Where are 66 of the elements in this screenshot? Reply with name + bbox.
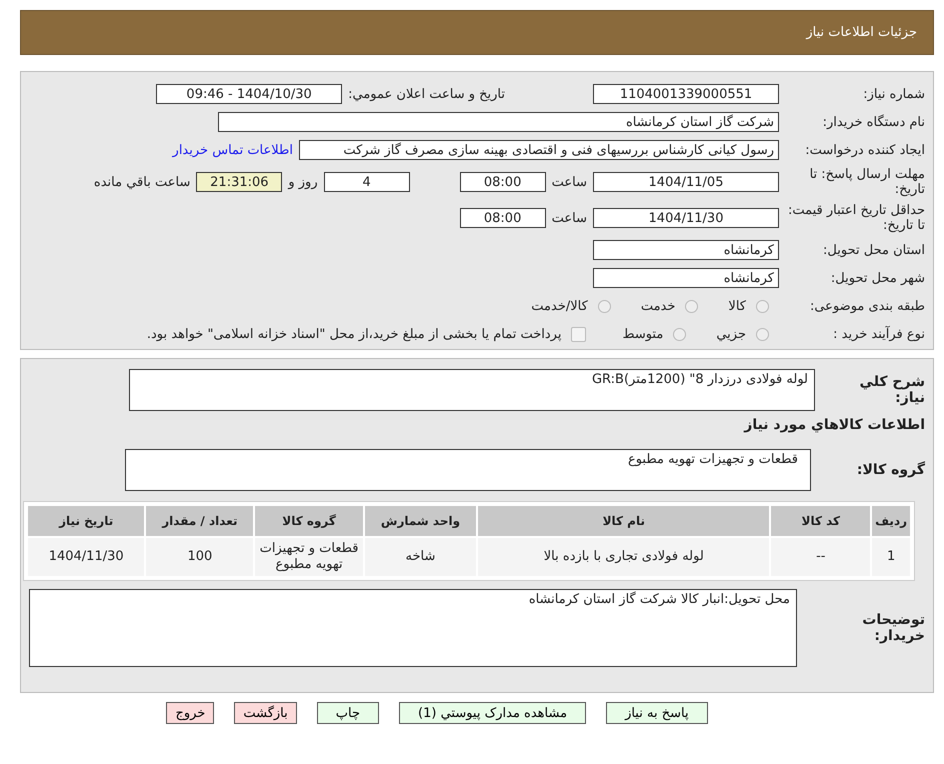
field-label: حداقل تاریخ اعتبار قیمت: تا تاریخ: (786, 203, 925, 233)
column-header: گروه کالا (255, 506, 363, 536)
table-cell: 1404/11/30 (28, 538, 144, 576)
field-label: توضیحات خریدار: (861, 612, 925, 644)
table-cell: شاخه (364, 538, 476, 576)
action-button[interactable]: خروج (166, 702, 214, 724)
checkbox[interactable] (571, 326, 586, 342)
radio-button[interactable] (685, 300, 698, 312)
radio-button[interactable] (756, 300, 769, 312)
column-header: ردیف (872, 506, 910, 536)
requester-field: رسول کیانی کارشناس بررسیهای فنی و اقتصادی بهینه سازی مصرف گاز شرکت (299, 140, 779, 160)
deadline-date-field: 1404/11/05 (593, 172, 779, 192)
table-cell: 100 (146, 538, 254, 576)
buyer-field: شرکت گاز استان کرمانشاه (218, 112, 779, 132)
contact-link[interactable]: اطلاعات تماس خریدار (172, 142, 293, 158)
action-button[interactable]: مشاهده مدارک پیوستي (1) (399, 702, 586, 724)
notes-field: محل تحویل:انبار کالا شرکت گاز استان کرمانشاه (29, 589, 797, 667)
field-label: مهلت ارسال پاسخ: تا تاریخ: (808, 167, 925, 197)
column-header: واحد شمارش (364, 506, 476, 536)
field-label: شرح کلي نیاز: (858, 374, 925, 406)
radio-label: خدمت (640, 298, 676, 314)
field-label: نوع فرآیند خرید : (832, 326, 925, 342)
field-label: طبقه بندی موضوعی: (808, 298, 925, 314)
column-header: نام کالا (478, 506, 770, 536)
province-field: کرمانشاه (593, 240, 779, 260)
field-label: شهر محل تحویل: (830, 270, 925, 286)
column-header: کد کالا (771, 506, 870, 536)
time-label: ساعت (552, 174, 587, 190)
field-label: استان محل تحویل: (822, 242, 925, 258)
page-title: جزئیات اطلاعات نیاز (806, 25, 917, 40)
field-label: نام دستگاه خریدار: (822, 114, 925, 130)
column-header: تعداد / مقدار (146, 506, 254, 536)
action-button[interactable]: پاسخ به نیاز (606, 702, 708, 724)
section-title: اطلاعات کالاهاي مورد نیاز (742, 417, 925, 433)
days-label: روز و (288, 174, 318, 190)
need-number-field: 1104001339000551 (593, 84, 779, 104)
field-label: ایجاد کننده درخواست: (804, 142, 925, 158)
action-button[interactable]: بازگشت (234, 702, 297, 724)
city-field: کرمانشاه (593, 268, 779, 288)
summary-field: لوله فولادی درزدار 8" (1200متر)GR:B (129, 369, 815, 411)
remaining-time-field: 21:31:06 (196, 172, 282, 192)
table-cell: 1 (872, 538, 910, 576)
validity-time-field: 08:00 (460, 208, 546, 228)
group-field: قطعات و تجهیزات تهویه مطبوع (125, 449, 811, 491)
time-label: ساعت (552, 210, 587, 226)
days-field: 4 (324, 172, 410, 192)
column-header: تاریخ نیاز (28, 506, 144, 536)
deadline-time-field: 08:00 (460, 172, 546, 192)
radio-label: کالا/خدمت (531, 298, 588, 314)
field-label: گروه کالا: (856, 462, 925, 478)
table-cell: لوله فولادی تجاری با بازده بالا (478, 538, 770, 576)
table-cell: -- (771, 538, 870, 576)
radio-label: کالا (728, 298, 746, 314)
checkbox-label: پرداخت تمام یا بخشی از مبلغ خرید،از محل "اسناد خزانه اسلامی" خواهد بود. (146, 326, 562, 342)
table-cell: قطعات و تجهیزات تهویه مطبوع (255, 538, 363, 576)
announce-date-field: 1404/10/30 - 09:46 (156, 84, 342, 104)
radio-button[interactable] (673, 328, 686, 340)
radio-button[interactable] (598, 300, 611, 312)
field-label: تاریخ و ساعت اعلان عمومي: (348, 86, 505, 102)
remaining-label: ساعت باقي مانده (94, 174, 190, 190)
action-button[interactable]: چاپ (316, 702, 379, 724)
radio-button[interactable] (756, 328, 769, 340)
radio-label: متوسط (622, 326, 664, 342)
field-label: شماره نیاز: (862, 86, 925, 102)
validity-date-field: 1404/11/30 (593, 208, 779, 228)
radio-label: جزيي (716, 326, 746, 342)
